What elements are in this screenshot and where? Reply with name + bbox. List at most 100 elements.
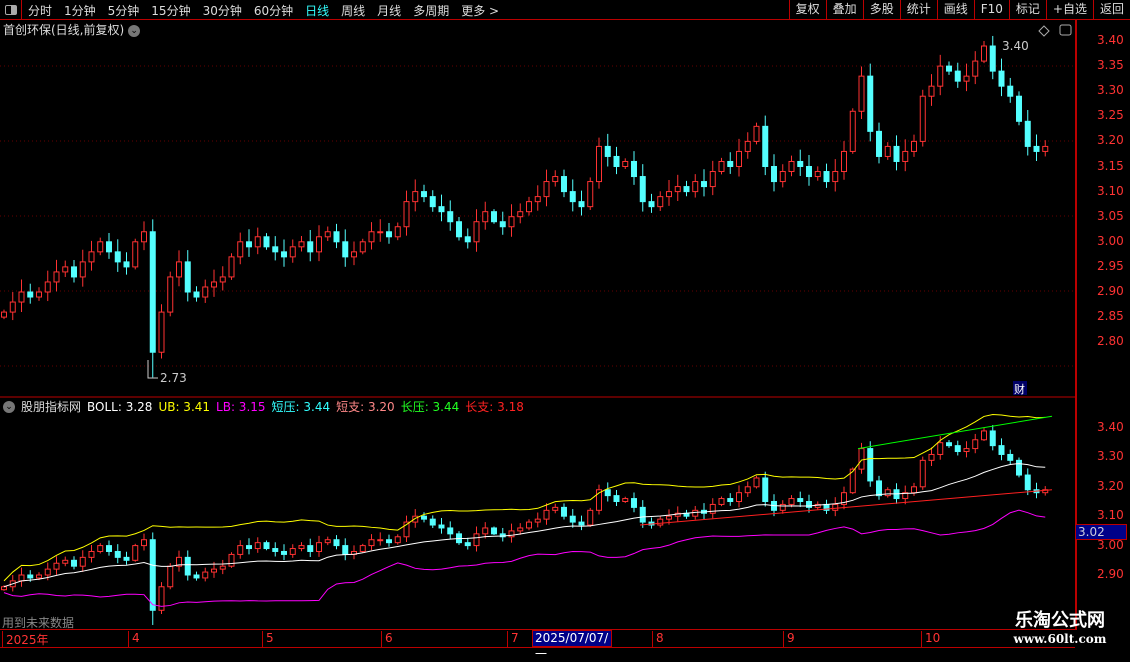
month-label: 6 <box>381 631 393 648</box>
candle-down <box>639 506 646 523</box>
candle-up <box>596 145 602 183</box>
candle-down <box>631 498 637 508</box>
month-label: 7 <box>507 631 519 648</box>
candle-up <box>832 171 839 183</box>
candle-up <box>36 574 42 579</box>
candle-up <box>517 527 524 532</box>
candle-down <box>114 550 121 558</box>
candle-down <box>123 556 130 561</box>
candle-down <box>989 45 996 72</box>
indicator-axis-tick: 2.90 <box>1097 567 1124 581</box>
candle-down <box>71 266 77 278</box>
axis-tick: 3.40 <box>1097 33 1124 47</box>
candle-up <box>779 171 786 183</box>
candle-up <box>1 311 7 318</box>
candle-up <box>508 216 515 228</box>
candle-up <box>587 181 594 208</box>
candle-up <box>211 281 217 288</box>
candle-down <box>386 231 392 238</box>
candle-up <box>622 160 629 167</box>
candle-down <box>184 556 191 576</box>
candle-up <box>858 448 865 470</box>
candle-up <box>744 140 751 152</box>
candle-down <box>631 160 637 178</box>
candle-down <box>464 542 471 547</box>
candle-down <box>184 261 191 293</box>
candle-up <box>289 548 296 555</box>
candle-down <box>114 251 121 263</box>
candle-up <box>359 241 366 253</box>
boll-mid-line <box>3 463 1046 588</box>
candle-down <box>762 125 769 167</box>
candle-down <box>797 160 804 167</box>
indicator-name[interactable]: 股朋指标网 <box>21 398 81 415</box>
candle-down <box>464 236 471 243</box>
candle-down <box>806 166 812 178</box>
long-support-value: 长支: 3.18 <box>465 400 524 414</box>
candle-down <box>701 181 707 188</box>
lb-value: LB: 3.15 <box>216 399 266 414</box>
candle-up <box>972 60 979 77</box>
indicator-axis-tick: 3.30 <box>1097 449 1124 464</box>
candle-down <box>447 527 454 535</box>
candle-up <box>88 550 95 558</box>
axis-tick: 2.85 <box>1097 309 1124 324</box>
candle-up <box>937 65 944 87</box>
candle-down <box>106 241 112 253</box>
candle-up <box>709 503 716 514</box>
candlestick-chart[interactable]: 2.73 3.40 财 <box>0 0 1075 630</box>
candle-down <box>27 574 34 579</box>
candle-up <box>79 556 86 567</box>
action-button[interactable]: 返回 <box>1092 0 1130 20</box>
candle-down <box>263 542 270 550</box>
candle-up <box>62 559 69 564</box>
candle-down <box>342 545 349 555</box>
chevron-down-icon[interactable]: ⌄ <box>3 400 15 413</box>
candle-down <box>727 498 734 502</box>
candle-down <box>569 191 576 203</box>
axis-tick: 3.25 <box>1097 108 1124 123</box>
candle-up <box>237 241 244 258</box>
axis-tick: 3.15 <box>1097 158 1124 173</box>
candle-down <box>456 221 462 238</box>
candle-up <box>324 539 331 544</box>
axis-tick: 2.90 <box>1097 284 1124 298</box>
candle-up <box>666 515 672 520</box>
candle-up <box>814 171 821 178</box>
indicator-candles <box>1 425 1049 625</box>
candle-up <box>368 539 375 547</box>
candle-down <box>281 550 287 555</box>
candle-up <box>359 545 366 552</box>
axis-tick: 3.20 <box>1097 133 1124 148</box>
candle-up <box>53 562 60 570</box>
candle-down <box>613 495 620 502</box>
candle-up <box>919 459 926 488</box>
long-resist-value: 长压: 3.44 <box>400 400 460 414</box>
candle-up <box>718 498 725 505</box>
candle-down <box>342 241 349 258</box>
candle-down <box>421 191 427 198</box>
candle-up <box>526 201 532 213</box>
cursor-price: 3.02 <box>1075 524 1127 540</box>
month-label: 4 <box>128 631 140 648</box>
candle-up <box>884 489 891 497</box>
watermark: 乐淘公式网 www.60lt.com <box>1013 610 1107 646</box>
candle-down <box>998 70 1005 87</box>
candle-up <box>919 95 926 142</box>
candle-up <box>534 518 541 523</box>
candle-down <box>727 160 734 167</box>
candle-down <box>333 539 340 547</box>
candle-down <box>569 515 576 523</box>
candle-up <box>928 85 935 97</box>
finance-label: 财 <box>1014 382 1025 396</box>
candle-up <box>963 75 970 82</box>
candle-up <box>18 291 25 303</box>
candle-up <box>412 191 419 203</box>
candle-down <box>281 251 287 258</box>
month-label: 8 <box>652 631 664 648</box>
candle-down <box>106 545 112 552</box>
indicator-axis-tick: 3.40 <box>1097 420 1124 434</box>
candle-down <box>867 448 874 482</box>
candle-up <box>788 160 795 173</box>
candle-down <box>604 489 611 497</box>
